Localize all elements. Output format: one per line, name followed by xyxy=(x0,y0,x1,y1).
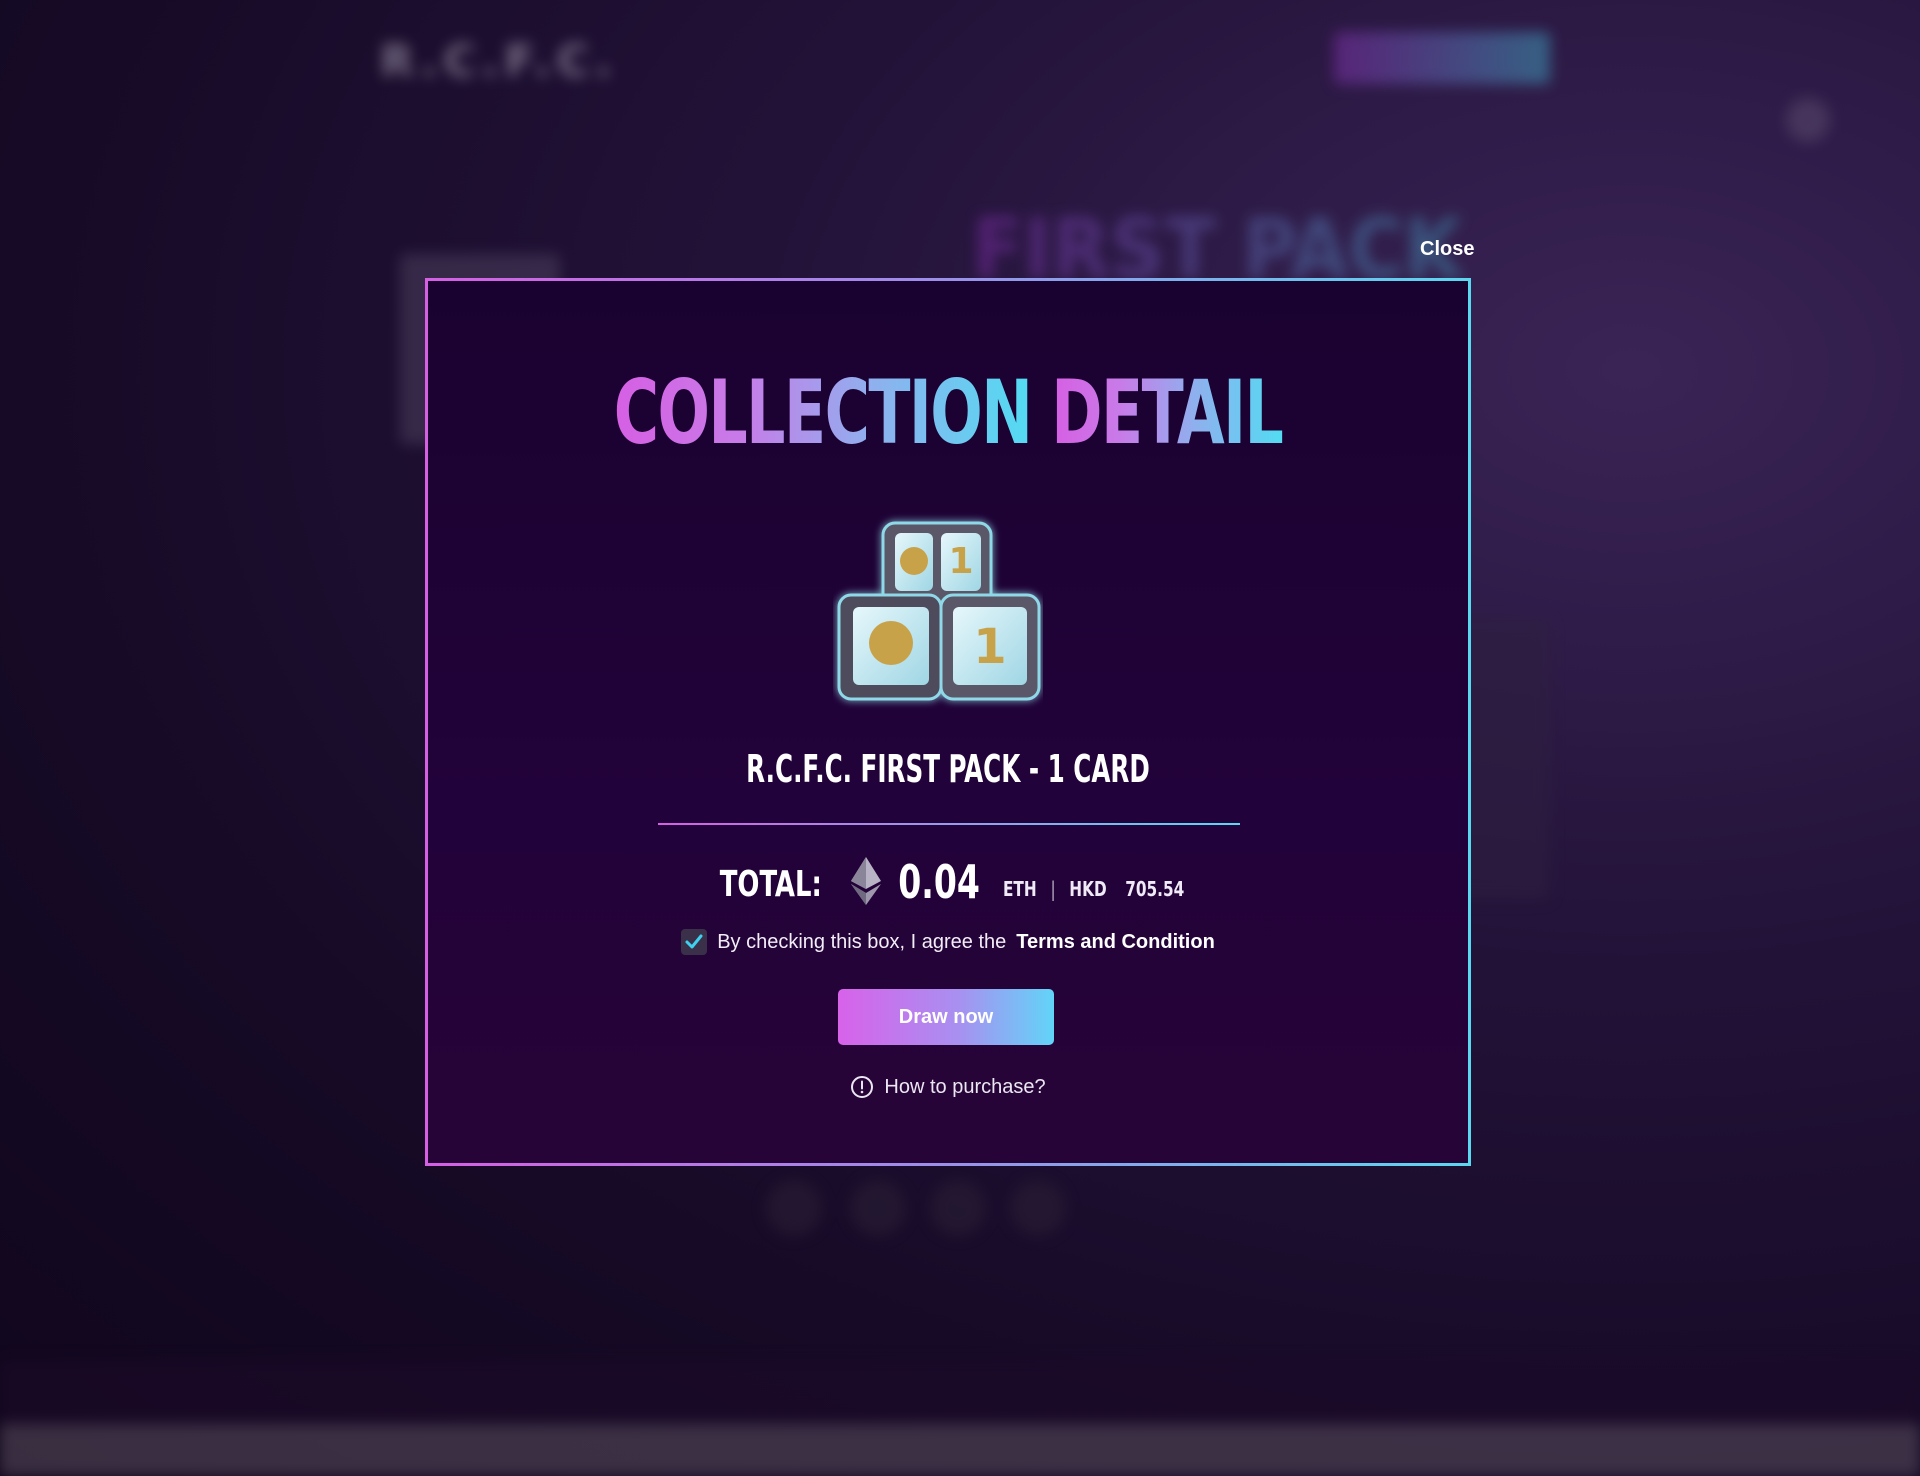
price-separator: | xyxy=(1050,877,1056,901)
die-number: 1 xyxy=(973,619,1006,675)
modal-title-part1: COLLECTION xyxy=(613,361,1033,464)
draw-now-button[interactable]: Draw now xyxy=(838,989,1054,1045)
modal-title: COLLECTION DETAIL xyxy=(542,369,1353,457)
terms-agreement: By checking this box, I agree the Terms … xyxy=(428,929,1468,955)
modal-title-part2: DETAIL xyxy=(1051,361,1284,464)
price-eth: 0.04 xyxy=(898,855,981,909)
bg-social-icon xyxy=(930,1180,986,1236)
check-icon xyxy=(685,934,703,949)
pack-name: R.C.F.C. FIRST PACK - 1 CARD xyxy=(746,747,1150,791)
bg-social-icon xyxy=(766,1180,822,1236)
die-number: 1 xyxy=(948,541,973,582)
site-logo: R.C.F.C. xyxy=(380,36,618,87)
bg-floating-button xyxy=(1786,98,1830,142)
bg-social-icon xyxy=(1010,1180,1066,1236)
bg-copyright-bar xyxy=(0,1360,1920,1424)
bg-bottom-strip xyxy=(0,1424,1920,1476)
how-to-purchase-link[interactable]: How to purchase? xyxy=(428,1075,1468,1099)
divider xyxy=(658,823,1240,825)
modal-body: COLLECTION DETAIL 1 1 R.C.F.C. FIRST PAC… xyxy=(428,281,1468,1163)
agree-text: By checking this box, I agree the xyxy=(717,930,1007,953)
eth-unit: ETH xyxy=(1003,877,1037,901)
ethereum-icon xyxy=(851,857,882,905)
collection-detail-modal: COLLECTION DETAIL 1 1 R.C.F.C. FIRST PAC… xyxy=(425,278,1471,1166)
bg-social-icon xyxy=(850,1180,906,1236)
total-label: TOTAL: xyxy=(719,864,822,905)
terms-link[interactable]: Terms and Condition xyxy=(1016,931,1215,954)
info-circle-icon xyxy=(851,1076,874,1098)
bg-connect-button xyxy=(1334,32,1550,84)
pack-image: 1 1 xyxy=(837,521,1041,701)
price-fiat: 705.54 xyxy=(1125,877,1185,901)
fiat-currency: HKD xyxy=(1069,877,1107,901)
total-row: TOTAL: 0.04 ETH | HKD 705.54 xyxy=(428,845,1468,905)
close-button[interactable]: Close xyxy=(1420,238,1474,261)
how-to-purchase-label[interactable]: How to purchase? xyxy=(884,1076,1045,1099)
terms-checkbox[interactable] xyxy=(681,929,708,955)
